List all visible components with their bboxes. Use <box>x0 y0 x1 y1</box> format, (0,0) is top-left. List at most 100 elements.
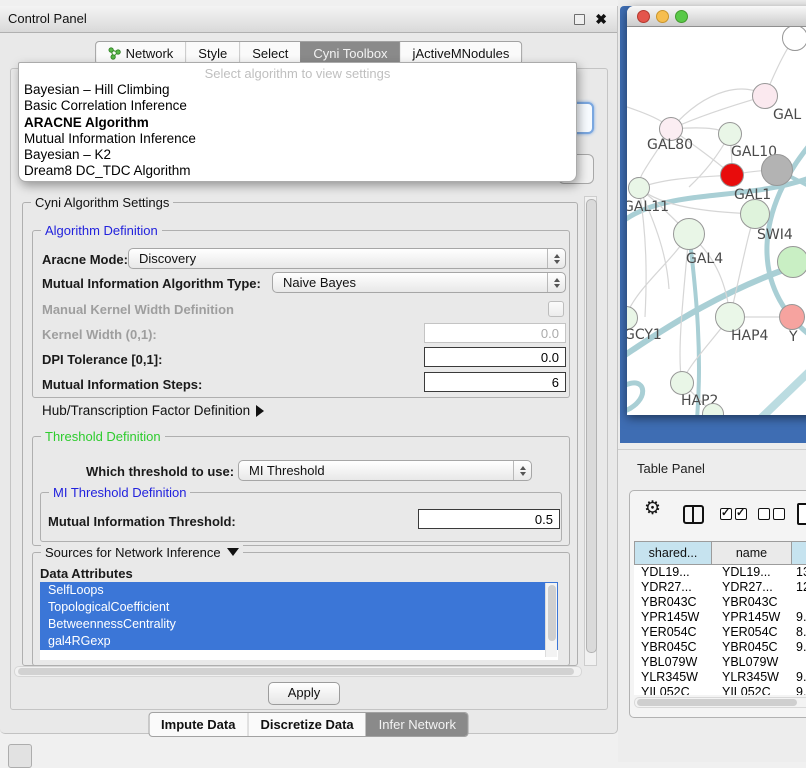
table-cell: 12 <box>792 580 806 595</box>
settings-horizontal-scrollbar[interactable] <box>14 666 582 677</box>
table-horizontal-scrollbar[interactable] <box>634 697 806 708</box>
column-header-shared[interactable]: shared... <box>634 541 712 565</box>
table-row[interactable]: YBR045CYBR045C9. <box>634 640 806 655</box>
node-label: GAL11 <box>627 199 669 215</box>
node-unlabeled[interactable] <box>761 154 793 186</box>
table-row[interactable]: YLR345WYLR345W9. <box>634 670 806 685</box>
tab-label: Cyni Toolbox <box>313 46 387 61</box>
mi-type-value: Naive Bayes <box>283 275 356 290</box>
algorithm-option-aracne-algorithm[interactable]: ARACNE Algorithm <box>19 115 576 131</box>
algorithm-option-bayesian-hill-climbing[interactable]: Bayesian – Hill Climbing <box>19 82 576 98</box>
which-threshold-select[interactable]: MI Threshold <box>238 460 532 481</box>
right-region: GALGAL80GAL10GAL1GAL11SWI4GAL4GCY1HAP4YH… <box>618 0 806 762</box>
tab-network[interactable]: Network <box>96 42 186 64</box>
table-row[interactable]: YDL19...YDL19...13 <box>634 565 806 580</box>
tab-label: Discretize Data <box>260 717 353 732</box>
tab-cyni-toolbox[interactable]: Cyni Toolbox <box>300 42 399 64</box>
node-gal10[interactable] <box>718 122 742 146</box>
list-vertical-scrollbar[interactable] <box>545 583 557 657</box>
table-row[interactable]: YBL079WYBL079W <box>634 655 806 670</box>
node-label: GAL80 <box>647 137 693 153</box>
table-cell: YBR043C <box>634 595 712 610</box>
collapsed-panel-icon[interactable] <box>8 744 32 768</box>
aracne-mode-label: Aracne Mode: <box>42 252 128 267</box>
node-gal1[interactable] <box>720 163 744 187</box>
mi-threshold-field[interactable]: 0.5 <box>418 509 560 529</box>
node-unlabeled[interactable] <box>777 246 806 278</box>
algorithm-option-bayesian-k2[interactable]: Bayesian – K2 <box>19 147 576 163</box>
table-row[interactable]: YDR27...YDR27...12 <box>634 580 806 595</box>
gear-icon[interactable]: ⚙ <box>644 497 661 520</box>
table-cell: 9. <box>792 610 806 625</box>
node-label: HAP4 <box>731 328 768 344</box>
split-columns-icon[interactable] <box>683 505 704 524</box>
table-panel-title: Table Panel <box>637 461 705 476</box>
table-row[interactable]: YER054CYER054C8. <box>634 625 806 640</box>
apply-button[interactable]: Apply <box>268 682 340 705</box>
mi-threshold-label: Mutual Information Threshold: <box>48 514 236 529</box>
kernel-width-label: Kernel Width (0,1): <box>42 327 157 342</box>
table-row[interactable]: YBR043CYBR043C <box>634 595 806 610</box>
close-icon[interactable]: ✖ <box>595 8 607 30</box>
mi-type-label: Mutual Information Algorithm Type: <box>42 276 261 291</box>
dpi-tolerance-label: DPI Tolerance [0,1]: <box>42 352 162 367</box>
settings-vertical-scrollbar[interactable] <box>584 196 597 666</box>
group-title: Threshold Definition <box>41 429 165 444</box>
node-gal4[interactable] <box>673 218 705 250</box>
mi-steps-field[interactable]: 6 <box>424 372 566 392</box>
kernel-width-field[interactable]: 0.0 <box>424 323 566 343</box>
tab-label: Impute Data <box>161 717 235 732</box>
tab-infer-network[interactable]: Infer Network <box>366 713 468 736</box>
node-swi4[interactable] <box>740 199 770 229</box>
attribute-topologicalcoefficient[interactable]: TopologicalCoefficient <box>40 599 558 616</box>
table-row[interactable]: YIL052CYIL052C9. <box>634 685 806 695</box>
aracne-mode-select[interactable]: Discovery <box>128 248 566 269</box>
select-all-icon[interactable] <box>720 507 750 525</box>
table-row[interactable]: YPR145WYPR145W9. <box>634 610 806 625</box>
column-header-name[interactable]: name <box>712 541 792 565</box>
tab-select[interactable]: Select <box>239 42 300 64</box>
node-unlabeled[interactable] <box>702 403 724 415</box>
close-traffic-light-icon[interactable] <box>637 10 650 23</box>
tab-jactivemnodules[interactable]: jActiveMNodules <box>400 42 522 64</box>
tab-discretize-data[interactable]: Discretize Data <box>247 713 365 736</box>
algorithm-option-dream8-dc-tdc-algorithm[interactable]: Dream8 DC_TDC Algorithm <box>19 163 576 179</box>
table-panel: ⚙ shared...name YDL19...YDL19...13YDR27.… <box>629 490 806 718</box>
divider <box>618 449 806 450</box>
algorithm-dropdown: Select algorithm to view settings Bayesi… <box>18 62 577 182</box>
node-unlabeled[interactable] <box>782 27 806 51</box>
mi-type-select[interactable]: Naive Bayes <box>272 272 566 293</box>
algorithm-options: Bayesian – Hill ClimbingBasic Correlatio… <box>19 82 576 180</box>
attribute-gal4rgexp[interactable]: gal4RGexp <box>40 633 558 650</box>
float-window-icon[interactable] <box>574 14 585 25</box>
attribute-selfloops[interactable]: SelfLoops <box>40 582 558 599</box>
node-hap2[interactable] <box>670 371 694 395</box>
manual-kernel-checkbox[interactable] <box>548 301 564 317</box>
sources-expander[interactable]: Sources for Network Inference <box>41 545 243 560</box>
column-header-extra[interactable] <box>792 541 806 565</box>
bottom-tabs: Impute Data Discretize Data Infer Network <box>148 712 469 737</box>
dpi-tolerance-field[interactable]: 0.0 <box>424 347 566 367</box>
node-y[interactable] <box>779 304 805 330</box>
node-gal11[interactable] <box>628 177 650 199</box>
deselect-all-icon[interactable] <box>758 507 788 525</box>
table-cell: 8. <box>792 625 806 640</box>
attribute-betweennesscentrality[interactable]: BetweennessCentrality <box>40 616 558 633</box>
tab-style[interactable]: Style <box>185 42 239 64</box>
hub-definition-expander[interactable]: Hub/Transcription Factor Definition <box>42 403 264 418</box>
network-window-titlebar[interactable] <box>627 6 806 27</box>
tab-impute-data[interactable]: Impute Data <box>149 713 247 736</box>
zoom-traffic-light-icon[interactable] <box>675 10 688 23</box>
table-header-row: shared...name <box>634 541 806 565</box>
tab-label: Network <box>126 46 174 61</box>
minimize-traffic-light-icon[interactable] <box>656 10 669 23</box>
algorithm-option-mutual-information-inference[interactable]: Mutual Information Inference <box>19 131 576 147</box>
network-canvas[interactable]: GALGAL80GAL10GAL1GAL11SWI4GAL4GCY1HAP4YH… <box>627 27 806 415</box>
file-icon[interactable] <box>797 503 806 525</box>
node-gal[interactable] <box>752 83 778 109</box>
group-title: Algorithm Definition <box>41 223 162 238</box>
group-title: Cyni Algorithm Settings <box>31 195 173 210</box>
algorithm-option-basic-correlation-inference[interactable]: Basic Correlation Inference <box>19 98 576 114</box>
table-body: YDL19...YDL19...13YDR27...YDR27...12YBR0… <box>634 565 806 695</box>
table-cell: YER054C <box>712 625 792 640</box>
